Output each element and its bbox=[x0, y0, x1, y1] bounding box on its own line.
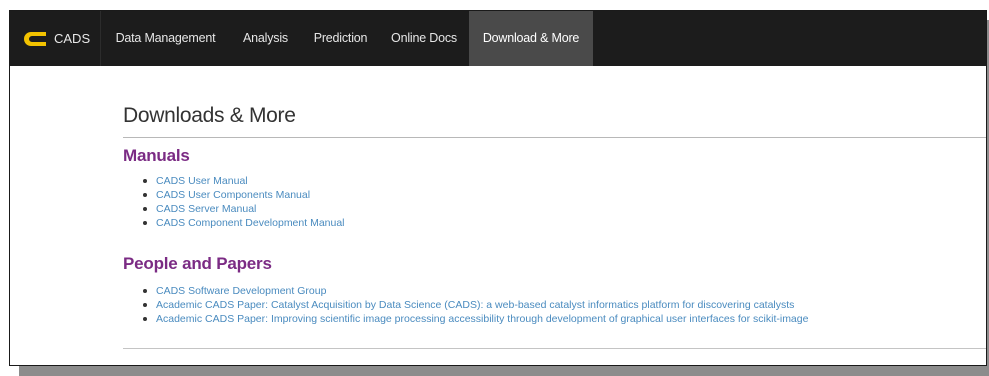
people-papers-heading: People and Papers bbox=[123, 254, 272, 273]
page-title: Downloads & More bbox=[123, 104, 296, 127]
nav-analysis[interactable]: Analysis bbox=[229, 11, 302, 66]
link-paper-cads-platform[interactable]: Academic CADS Paper: Catalyst Acquisitio… bbox=[156, 299, 794, 311]
list-item: CADS User Manual bbox=[143, 174, 345, 188]
manuals-heading: Manuals bbox=[123, 146, 190, 165]
list-item: CADS Software Development Group bbox=[143, 284, 808, 298]
cads-logo-icon bbox=[24, 32, 46, 46]
brand-name: CADS bbox=[54, 31, 91, 46]
nav-data-management[interactable]: Data Management bbox=[102, 11, 229, 66]
nav-online-docs[interactable]: Online Docs bbox=[379, 11, 469, 66]
link-cads-component-development-manual[interactable]: CADS Component Development Manual bbox=[156, 217, 345, 229]
list-item: Academic CADS Paper: Improving scientifi… bbox=[143, 312, 808, 326]
app-window: CADS Data Management Analysis Prediction… bbox=[9, 10, 987, 366]
manuals-list: CADS User Manual CADS User Components Ma… bbox=[143, 174, 345, 230]
list-item: Academic CADS Paper: Catalyst Acquisitio… bbox=[143, 298, 808, 312]
list-item: CADS Component Development Manual bbox=[143, 216, 345, 230]
brand-home-link[interactable]: CADS bbox=[10, 11, 100, 66]
nav-download-more[interactable]: Download & More bbox=[469, 11, 593, 66]
link-software-development-group[interactable]: CADS Software Development Group bbox=[156, 285, 326, 297]
link-cads-user-manual[interactable]: CADS User Manual bbox=[156, 175, 248, 187]
list-item: CADS Server Manual bbox=[143, 202, 345, 216]
link-paper-scikit-image-gui[interactable]: Academic CADS Paper: Improving scientifi… bbox=[156, 313, 808, 325]
people-papers-list: CADS Software Development Group Academic… bbox=[143, 284, 808, 326]
nav-prediction[interactable]: Prediction bbox=[302, 11, 379, 66]
link-cads-user-components-manual[interactable]: CADS User Components Manual bbox=[156, 189, 310, 201]
bottom-divider bbox=[123, 348, 986, 349]
top-navbar: CADS Data Management Analysis Prediction… bbox=[10, 11, 986, 66]
window-shadow-bottom bbox=[19, 366, 989, 376]
list-item: CADS User Components Manual bbox=[143, 188, 345, 202]
title-divider bbox=[123, 137, 986, 138]
brand-divider bbox=[100, 11, 101, 66]
link-cads-server-manual[interactable]: CADS Server Manual bbox=[156, 203, 256, 215]
